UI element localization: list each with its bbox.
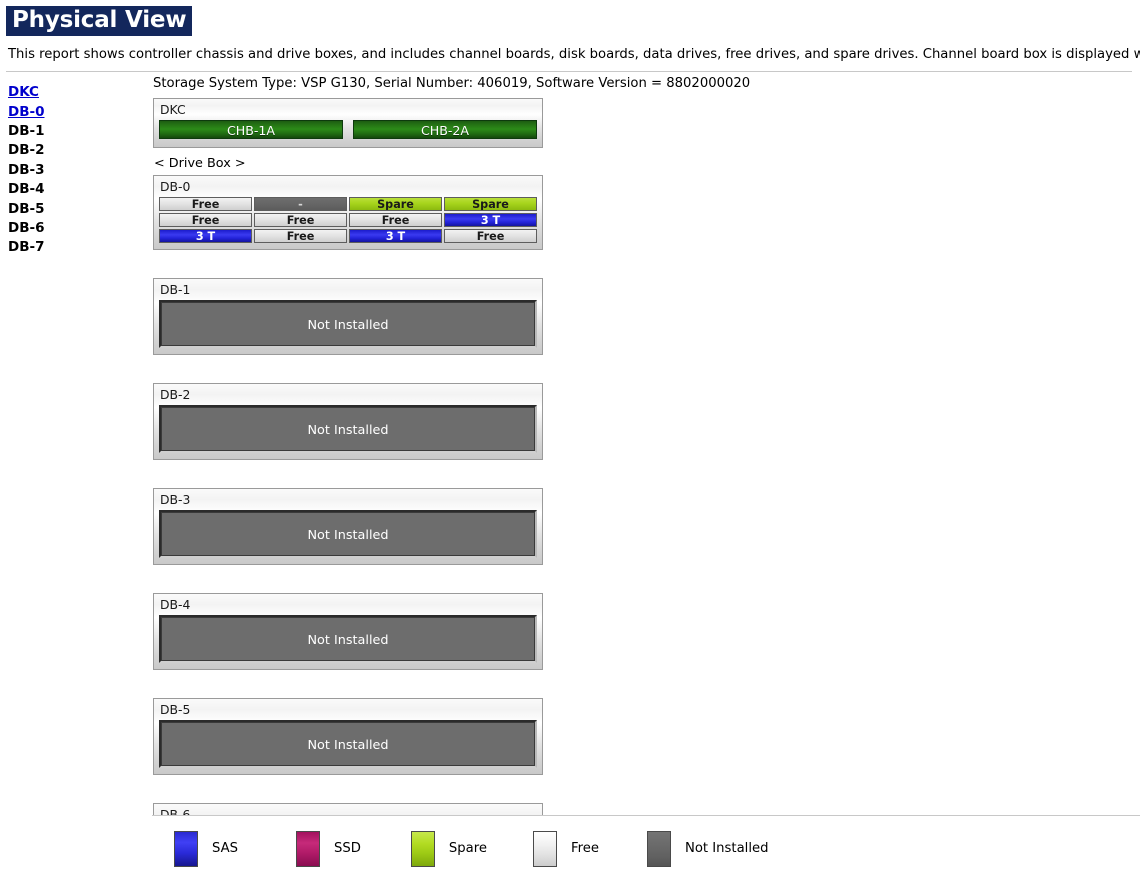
legend-bar: SAS SSD Spare Free Not Installed <box>152 815 1140 877</box>
not-installed-panel: Not Installed <box>159 300 537 349</box>
legend-item-sas: SAS <box>174 830 239 867</box>
dkc-chassis: DKC CHB-1A CHB-2A <box>153 98 543 149</box>
drive-box-db-5: DB-5 Not Installed <box>153 698 543 776</box>
drive-box-db-1: DB-1 Not Installed <box>153 278 543 356</box>
channel-board-row: CHB-1A CHB-2A <box>159 120 537 140</box>
db-0-label: DB-0 <box>160 179 191 195</box>
drive-box-spacer <box>152 670 1140 698</box>
drive-cell[interactable]: Free <box>444 229 537 244</box>
sidebar-item-db-1: DB-1 <box>8 122 45 139</box>
not-installed-panel: Not Installed <box>159 720 537 769</box>
drive-box-db-3: DB-3 Not Installed <box>153 488 543 566</box>
legend-item-not-installed: Not Installed <box>646 830 769 867</box>
sidebar-item-db-7: DB-7 <box>8 239 45 256</box>
drive-cell[interactable]: Free <box>349 213 442 228</box>
db-3-label: DB-3 <box>160 492 191 508</box>
db-1-label: DB-1 <box>160 282 191 298</box>
not-installed-panel: Not Installed <box>159 510 537 559</box>
legend-label: SAS <box>212 841 239 857</box>
not-installed-panel: Not Installed <box>159 405 537 454</box>
page-header: Physical View This report shows controll… <box>0 0 1140 73</box>
sidebar-item-db-6: DB-6 <box>8 219 45 236</box>
drive-cell[interactable]: Spare <box>349 197 442 212</box>
sidebar-item-db-3: DB-3 <box>8 161 45 178</box>
channel-board-chb-2a[interactable]: CHB-2A <box>353 120 537 140</box>
db-4-label: DB-4 <box>160 597 191 613</box>
drive-box-db-2: DB-2 Not Installed <box>153 383 543 461</box>
drive-cell[interactable]: 3 T <box>444 213 537 228</box>
legend-item-free: Free <box>533 830 599 867</box>
drive-cell[interactable]: Free <box>159 213 252 228</box>
legend-swatch-not-installed-icon <box>646 830 671 867</box>
drive-box-db-0: DB-0 Free - Spare Spare Free Free Free 3 T3 T Fr… <box>153 175 543 251</box>
legend-swatch-ssd-icon <box>296 830 321 867</box>
legend-item-ssd: SSD <box>296 830 361 867</box>
sidebar-item-db-4: DB-4 <box>8 181 45 198</box>
storage-system-info: Storage System Type: VSP G130, Serial Nu… <box>153 76 751 92</box>
drive-cell[interactable]: Free <box>159 197 252 212</box>
drive-box-spacer <box>152 460 1140 488</box>
body-split: DKC DB-0 DB-1 DB-2 DB-3 DB-4 DB-5 DB-6 DB-7 Stor… <box>0 72 1140 877</box>
db-2-label: DB-2 <box>160 387 191 403</box>
drive-box-spacer <box>152 250 1140 278</box>
empty-drive-boxes: DB-1 Not Installed DB-2 Not Installed DB-3 No… <box>152 250 1140 877</box>
not-installed-panel: Not Installed <box>159 615 537 664</box>
sidebar-item-db-0[interactable]: DB-0 <box>6 103 152 122</box>
sidebar-item-db-2: DB-2 <box>8 142 45 159</box>
drive-cell[interactable]: Spare <box>444 197 537 212</box>
legend-label: Spare <box>448 841 487 857</box>
sidebar-item-dkc[interactable]: DKC <box>6 83 152 102</box>
page-title: Physical View <box>6 6 193 37</box>
legend-swatch-spare-icon <box>410 830 435 867</box>
legend-item-spare: Spare <box>410 830 487 867</box>
dkc-label: DKC <box>160 102 186 118</box>
legend-label: SSD <box>334 841 361 857</box>
legend-swatch-sas-icon <box>174 830 198 867</box>
drive-cell[interactable]: Free <box>254 213 347 228</box>
drive-box-spacer <box>152 565 1140 593</box>
drive-box-caption: < Drive Box > <box>154 156 246 172</box>
channel-board-chb-1a[interactable]: CHB-1A <box>159 120 343 140</box>
legend-label: Not Installed <box>684 841 769 857</box>
drive-cell[interactable]: 3 T <box>349 229 442 244</box>
drive-cell[interactable]: 3 T <box>159 229 252 244</box>
page-description: This report shows controller chassis and… <box>8 47 1140 63</box>
drive-cell[interactable]: Free <box>254 229 347 244</box>
drive-cell[interactable]: - <box>254 197 347 212</box>
drive-box-spacer <box>152 355 1140 383</box>
legend-label: Free <box>571 841 599 857</box>
sidebar-item-db-5: DB-5 <box>8 200 45 217</box>
drive-box-spacer <box>152 775 1140 803</box>
drive-box-db-4: DB-4 Not Installed <box>153 593 543 671</box>
legend-swatch-free-icon <box>533 830 557 867</box>
db-0-drive-grid: Free - Spare Spare Free Free Free 3 T3 T Free 3 T… <box>159 197 537 244</box>
main-content: Storage System Type: VSP G130, Serial Nu… <box>152 72 1140 877</box>
db-5-label: DB-5 <box>160 702 191 718</box>
sidebar-nav: DKC DB-0 DB-1 DB-2 DB-3 DB-4 DB-5 DB-6 DB-7 <box>0 72 152 258</box>
